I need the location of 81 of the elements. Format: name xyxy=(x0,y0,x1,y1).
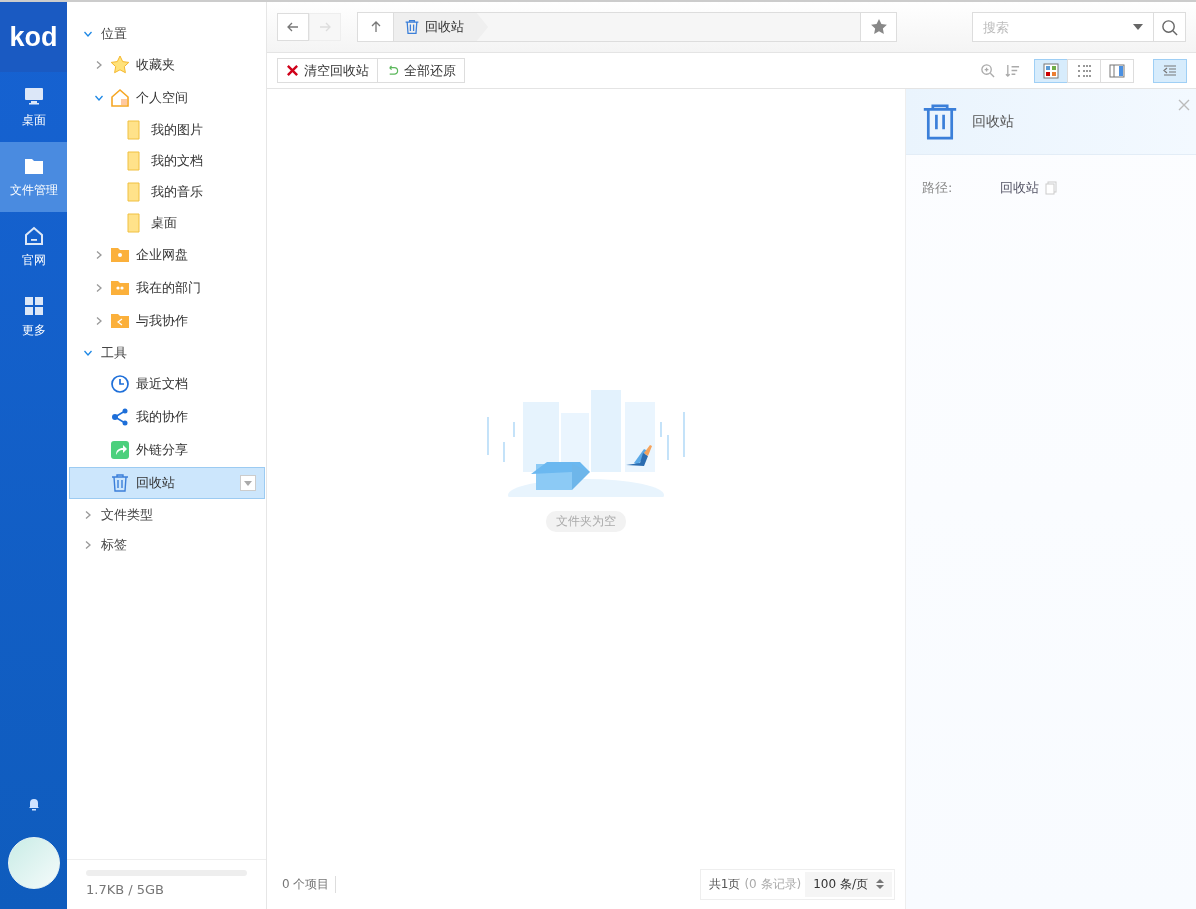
clock-icon xyxy=(110,374,130,394)
monitor-icon xyxy=(23,85,44,106)
tree-item[interactable]: 我的图片 xyxy=(69,115,265,145)
toolbar-button[interactable]: 清空回收站 xyxy=(277,58,378,83)
chevron-icon[interactable] xyxy=(94,93,104,103)
caret-icon[interactable] xyxy=(1133,24,1143,30)
empty-message: 文件夹为空 xyxy=(546,510,626,532)
tree-section[interactable]: 工具 xyxy=(67,338,266,368)
chevron-icon[interactable] xyxy=(83,29,93,39)
home-icon xyxy=(23,225,44,246)
storage-usage: 1.7KB / 5GB xyxy=(86,882,166,897)
chevron-icon[interactable] xyxy=(94,316,104,326)
tree-item[interactable]: 我的音乐 xyxy=(69,177,265,207)
search-field[interactable]: 搜索 xyxy=(972,12,1154,42)
star-icon xyxy=(110,55,130,75)
page-count: 共1页 xyxy=(708,875,741,893)
thumbnail-view-icon xyxy=(1043,62,1059,79)
chevron-icon[interactable] xyxy=(83,348,93,358)
tree-item[interactable]: 我在的部门 xyxy=(69,272,265,304)
info-panel-toggle[interactable] xyxy=(1153,58,1187,83)
arrow-right-icon xyxy=(318,20,332,34)
list-view-icon xyxy=(1076,62,1092,79)
toolbar-button[interactable]: 全部还原 xyxy=(377,58,465,83)
chevron-icon[interactable] xyxy=(83,510,93,520)
copy-icon[interactable] xyxy=(1045,181,1057,195)
chevron-icon[interactable] xyxy=(94,60,104,70)
info-title: 回收站 xyxy=(972,112,1014,131)
home-icon xyxy=(110,88,130,108)
tree-item[interactable]: 桌面 xyxy=(69,208,265,238)
indent-icon xyxy=(1162,62,1178,79)
record-count: (0 条记录) xyxy=(744,875,802,893)
tree-item[interactable]: 回收站 xyxy=(69,467,265,499)
breadcrumb-item[interactable]: 回收站 xyxy=(394,13,488,41)
tree-item[interactable]: 外链分享 xyxy=(69,434,265,466)
close-icon xyxy=(286,64,299,77)
user-avatar[interactable] xyxy=(7,837,60,889)
split-view-icon xyxy=(1109,62,1125,79)
tree-item[interactable]: 与我协作 xyxy=(69,305,265,337)
nav-item[interactable]: 官网 xyxy=(0,212,67,282)
tree-item[interactable]: 企业网盘 xyxy=(69,239,265,271)
search-icon xyxy=(1161,18,1178,36)
chevron-icon[interactable] xyxy=(94,250,104,260)
page-size-select[interactable]: 100 条/页 xyxy=(805,871,892,897)
back-button[interactable] xyxy=(277,13,309,41)
folder-icon xyxy=(110,278,130,298)
tree-item[interactable]: 我的文档 xyxy=(69,146,265,176)
field-value: 回收站 xyxy=(1000,179,1039,197)
chevron-icon[interactable] xyxy=(94,283,104,293)
tree-section[interactable]: 标签 xyxy=(67,530,266,560)
field-label: 路径: xyxy=(922,179,954,197)
tree-item[interactable]: 收藏夹 xyxy=(69,49,265,81)
trash-icon xyxy=(110,473,130,493)
view-mode-button[interactable] xyxy=(1034,58,1068,83)
tree-section[interactable]: 位置 xyxy=(67,19,266,49)
star-icon xyxy=(869,18,888,36)
nav-item[interactable]: 桌面 xyxy=(0,72,67,142)
share-icon xyxy=(110,407,130,427)
zoom-icon[interactable] xyxy=(980,63,995,78)
nav-item[interactable]: 更多 xyxy=(0,282,67,352)
trash-icon xyxy=(922,103,958,140)
grid-icon xyxy=(23,295,44,316)
tree-section[interactable]: 文件类型 xyxy=(67,500,266,530)
app-logo[interactable]: kod xyxy=(0,2,67,72)
tree-item[interactable]: 最近文档 xyxy=(69,368,265,400)
arrow-left-icon xyxy=(286,20,300,34)
dropdown-button[interactable] xyxy=(240,475,256,491)
favorite-button[interactable] xyxy=(860,13,896,41)
folder-icon xyxy=(110,245,130,265)
close-icon[interactable] xyxy=(1178,99,1190,111)
tree-item[interactable]: 我的协作 xyxy=(69,401,265,433)
chevron-icon[interactable] xyxy=(83,540,93,550)
search-button[interactable] xyxy=(1154,12,1186,42)
sort-icon[interactable] xyxy=(1005,63,1020,78)
folder-icon xyxy=(110,311,130,331)
view-mode-button[interactable] xyxy=(1067,58,1101,83)
item-count: 0 个项目 xyxy=(282,875,337,893)
view-mode-button[interactable] xyxy=(1100,58,1134,83)
tree-item[interactable]: 个人空间 xyxy=(69,82,265,114)
up-button[interactable] xyxy=(358,13,394,41)
trash-icon xyxy=(404,19,420,35)
up-down-icon xyxy=(876,878,884,890)
